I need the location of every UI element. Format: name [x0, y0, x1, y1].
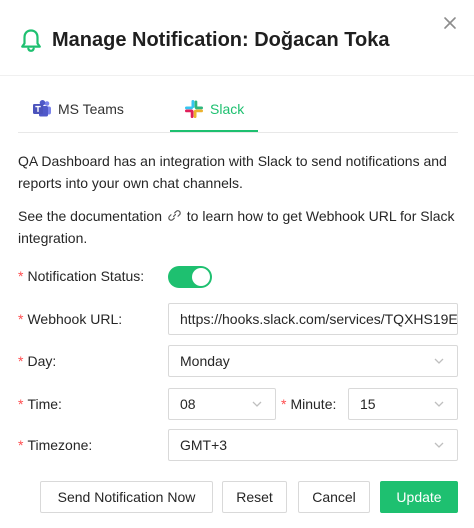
time-select[interactable]: 08 — [168, 388, 276, 420]
timezone-label: * Timezone: — [18, 437, 93, 453]
chevron-down-icon — [434, 358, 444, 364]
required-mark: * — [18, 353, 24, 369]
integration-tabs: MS Teams Slack — [18, 86, 458, 133]
required-mark: * — [18, 311, 24, 327]
day-select[interactable]: Monday — [168, 345, 458, 377]
modal-header: Manage Notification: Doğacan Toka — [0, 0, 474, 76]
timezone-select[interactable]: GMT+3 — [168, 429, 458, 461]
minute-value: 15 — [360, 396, 376, 412]
tab-ms-teams[interactable]: MS Teams — [32, 86, 124, 132]
update-button[interactable]: Update — [380, 481, 458, 513]
webhook-url-label: * Webhook URL: — [18, 311, 123, 327]
time-label: * Time: — [18, 396, 62, 412]
link-icon[interactable] — [168, 209, 181, 222]
required-mark: * — [18, 396, 24, 412]
bell-icon — [21, 29, 41, 52]
integration-description: QA Dashboard has an integration with Sla… — [18, 153, 447, 191]
reset-button[interactable]: Reset — [222, 481, 287, 513]
ms-teams-icon — [33, 100, 51, 117]
day-label: * Day: — [18, 353, 57, 369]
active-tab-indicator — [170, 130, 258, 132]
notification-status-label: * Notification Status: — [18, 268, 145, 284]
send-notification-now-button[interactable]: Send Notification Now — [40, 481, 213, 513]
webhook-url-value: https://hooks.slack.com/services/TQXHS19… — [180, 311, 457, 327]
manage-notification-modal: Manage Notification: Doğacan Toka MS Tea… — [0, 0, 474, 528]
tab-slack[interactable]: Slack — [184, 86, 244, 132]
day-value: Monday — [180, 353, 230, 369]
required-mark: * — [18, 268, 24, 284]
time-value: 08 — [180, 396, 196, 412]
chevron-down-icon — [434, 442, 444, 448]
required-mark: * — [18, 437, 24, 453]
webhook-url-input[interactable]: https://hooks.slack.com/services/TQXHS19… — [168, 303, 458, 335]
chevron-down-icon — [252, 401, 262, 407]
required-mark: * — [281, 396, 287, 412]
docs-text-before: See the documentation — [18, 208, 162, 224]
notification-status-toggle[interactable] — [168, 266, 212, 288]
modal-title: Manage Notification: Doğacan Toka — [52, 29, 390, 51]
cancel-button[interactable]: Cancel — [298, 481, 370, 513]
slack-icon — [185, 100, 203, 118]
chevron-down-icon — [434, 401, 444, 407]
close-icon[interactable] — [440, 13, 460, 33]
minute-select[interactable]: 15 — [348, 388, 458, 420]
documentation-note: See the documentation to learn how to ge… — [18, 205, 458, 249]
tab-ms-teams-label: MS Teams — [58, 101, 124, 117]
minute-label: * Minute: — [281, 396, 337, 412]
toggle-knob — [192, 268, 210, 286]
timezone-value: GMT+3 — [180, 437, 228, 453]
tab-slack-label: Slack — [210, 101, 245, 117]
